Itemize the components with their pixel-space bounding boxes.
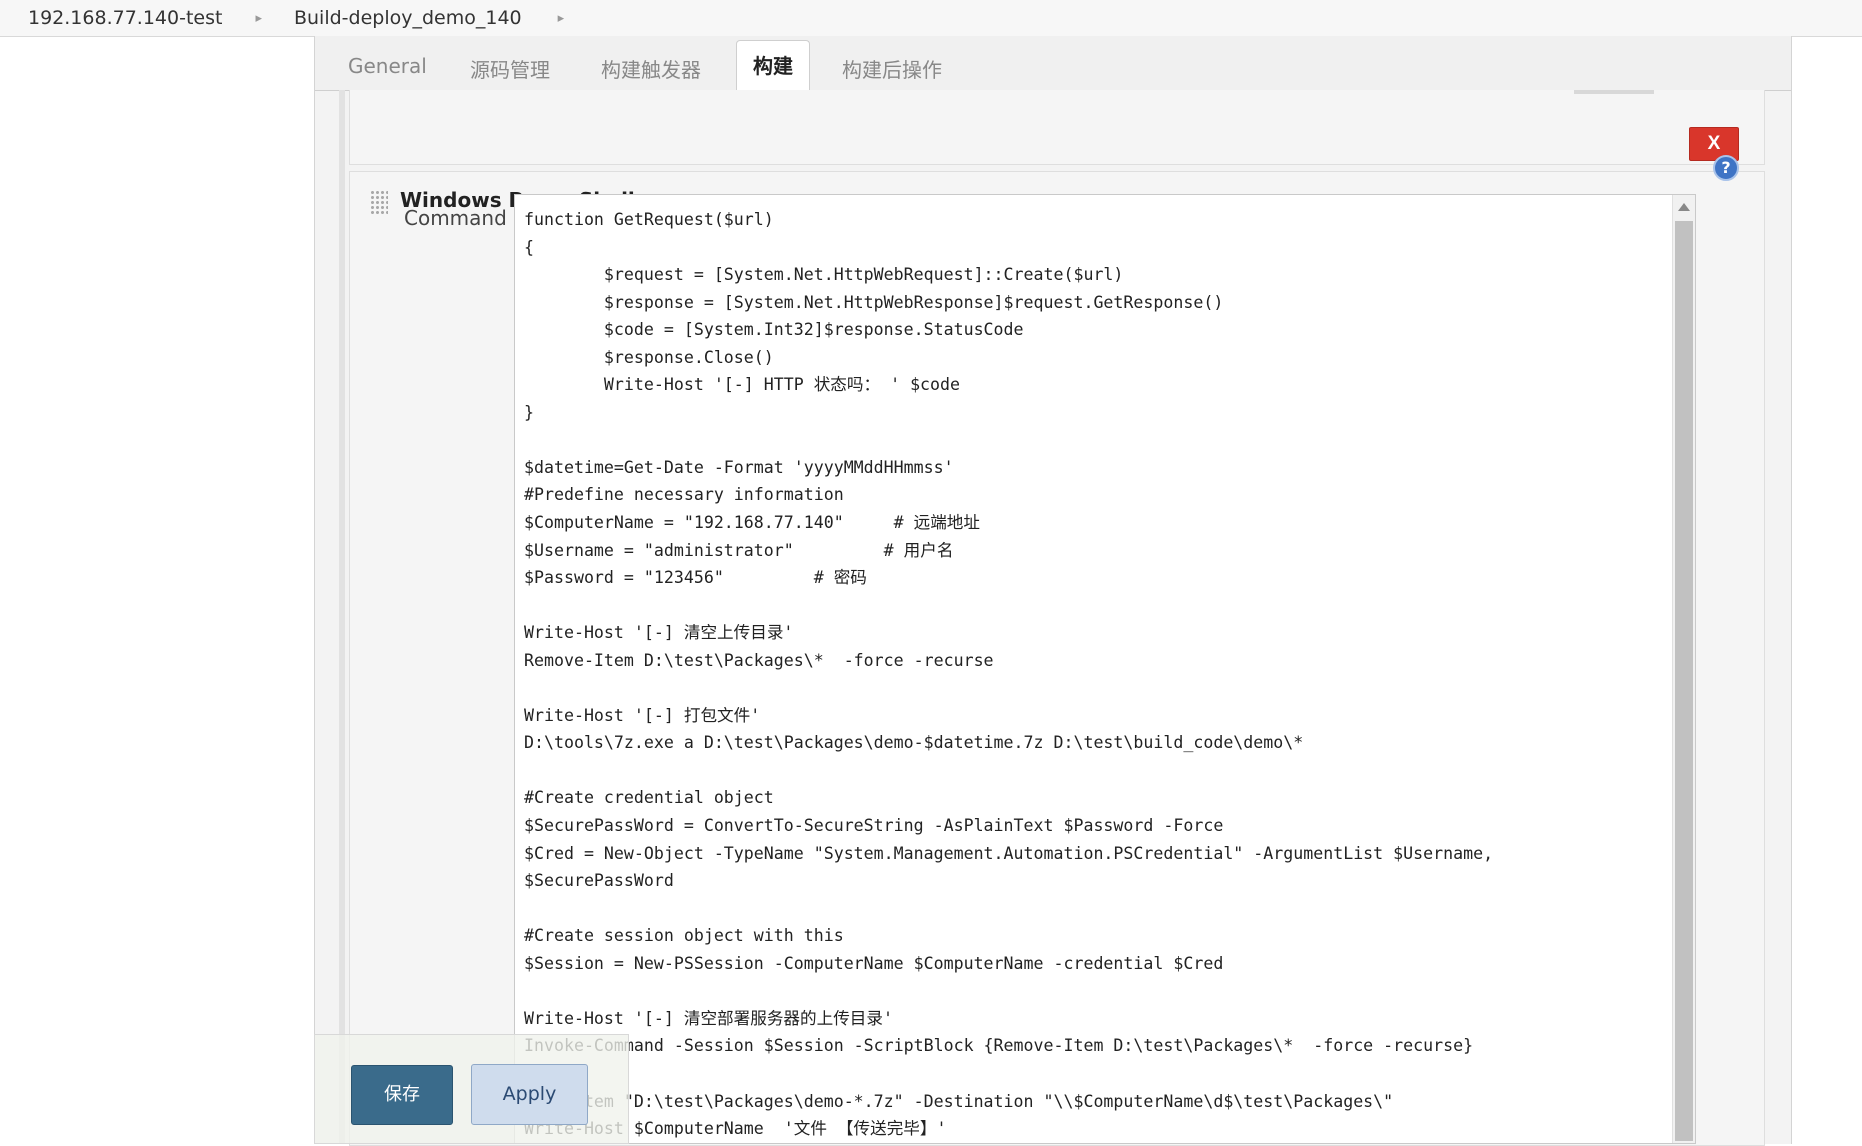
tab-post-build-actions[interactable]: 构建后操作 xyxy=(842,54,942,83)
collapsed-control xyxy=(1574,90,1654,94)
drag-handle-icon[interactable] xyxy=(370,190,388,216)
command-label: Command xyxy=(404,206,507,230)
tab-source-management[interactable]: 源码管理 xyxy=(470,54,550,83)
previous-build-step xyxy=(349,90,1765,165)
command-code[interactable]: function GetRequest($url) { $request = [… xyxy=(524,206,1493,1143)
breadcrumb-chevron-icon[interactable]: ▸ xyxy=(255,11,262,26)
breadcrumb: 192.168.77.140-test ▸ Build-deploy_demo_… xyxy=(0,0,1862,37)
scroll-thumb[interactable] xyxy=(1675,221,1693,1141)
breadcrumb-chevron-icon[interactable]: ▸ xyxy=(558,11,565,26)
tab-general[interactable]: General xyxy=(348,54,427,78)
help-icon[interactable]: ? xyxy=(1713,155,1739,181)
command-textarea[interactable]: function GetRequest($url) { $request = [… xyxy=(514,194,1696,1144)
save-button[interactable]: 保存 xyxy=(351,1065,453,1125)
apply-button[interactable]: Apply xyxy=(471,1064,588,1125)
breadcrumb-item-job[interactable]: Build-deploy_demo_140 xyxy=(294,7,522,29)
section-rail xyxy=(339,90,345,1144)
tab-build[interactable]: 构建 xyxy=(736,40,810,90)
command-scrollbar[interactable] xyxy=(1672,195,1695,1143)
config-tab-bar: General 源码管理 构建触发器 构建 构建后操作 xyxy=(315,36,1791,91)
scroll-up-arrow-icon[interactable] xyxy=(1678,203,1690,211)
tab-build-triggers[interactable]: 构建触发器 xyxy=(601,54,701,83)
breadcrumb-item-node[interactable]: 192.168.77.140-test xyxy=(28,7,222,29)
